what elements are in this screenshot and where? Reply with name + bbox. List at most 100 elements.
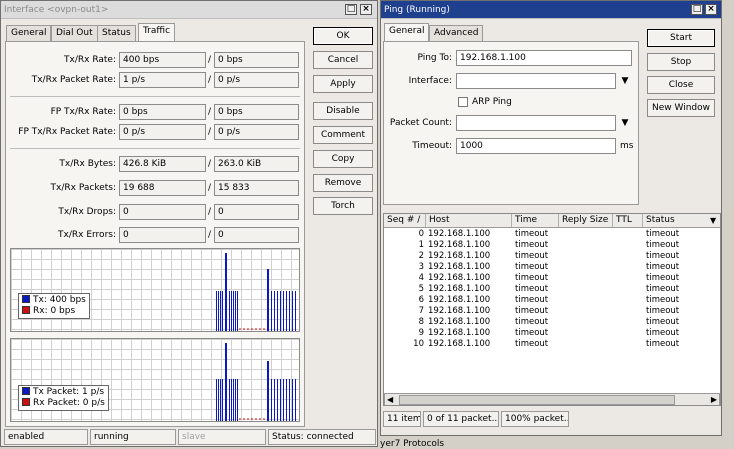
cell-host: 192.168.1.100 (428, 317, 491, 327)
chevron-down-icon[interactable]: ▼ (620, 115, 630, 131)
tx-packet-bar (271, 379, 272, 421)
ok-button[interactable]: OK (313, 27, 373, 45)
start-button[interactable]: Start (647, 29, 715, 47)
cell-host: 192.168.1.100 (428, 284, 491, 294)
fp-rx-packet-rate-field[interactable]: 0 p/s (214, 124, 299, 140)
table-row[interactable]: 1 192.168.1.100 timeout timeout (384, 240, 720, 251)
horizontal-scrollbar[interactable]: ◀ ▶ (384, 393, 720, 405)
tx-errors-field[interactable]: 0 (119, 227, 206, 243)
rx-errors-field[interactable]: 0 (214, 227, 299, 243)
fp-tx-packet-rate-field[interactable]: 0 p/s (119, 124, 206, 140)
tx-bar (292, 291, 293, 331)
cell-status: timeout (646, 295, 680, 305)
tab-dial-out[interactable]: Dial Out (51, 25, 98, 41)
fp-tx-rate-field[interactable]: 0 bps (119, 104, 206, 120)
tx-bytes-field[interactable]: 426.8 KiB (119, 156, 206, 172)
new-window-button[interactable]: New Window (647, 99, 715, 117)
table-row[interactable]: 5 192.168.1.100 timeout timeout (384, 284, 720, 295)
txrx-bytes-label: Tx/Rx Bytes: (59, 159, 116, 169)
cell-time: timeout (515, 284, 549, 294)
separator (10, 96, 300, 97)
column-header-host[interactable]: Host (426, 214, 512, 228)
cell-seq: 7 (418, 306, 424, 316)
table-row[interactable]: 4 192.168.1.100 timeout timeout (384, 273, 720, 284)
column-header-seq[interactable]: Seq # / (384, 214, 426, 228)
tx-bar (295, 291, 296, 331)
scroll-left-icon[interactable]: ◀ (387, 394, 393, 405)
disable-button[interactable]: Disable (313, 102, 373, 120)
status-running: running (90, 429, 176, 445)
tab-status[interactable]: Status (97, 25, 136, 41)
packet-count-input[interactable] (456, 115, 616, 131)
txrx-packets-label: Tx/Rx Packets: (50, 183, 116, 193)
chevron-down-icon[interactable]: ▼ (710, 215, 716, 227)
slash-separator: / (208, 230, 212, 240)
timeout-input[interactable]: 1000 (456, 138, 616, 154)
tab-general[interactable]: General (6, 25, 52, 41)
ping-to-label: Ping To: (417, 53, 452, 63)
tx-rate-field[interactable]: 400 bps (119, 52, 206, 68)
tx-packets-field[interactable]: 19 688 (119, 180, 206, 196)
table-row[interactable]: 6 192.168.1.100 timeout timeout (384, 295, 720, 306)
table-row[interactable]: 3 192.168.1.100 timeout timeout (384, 262, 720, 273)
rx-drops-field[interactable]: 0 (214, 204, 299, 220)
ping-to-input[interactable]: 192.168.1.100 (456, 50, 632, 66)
cell-time: timeout (515, 273, 549, 283)
remove-button[interactable]: Remove (313, 174, 373, 192)
table-row[interactable]: 0 192.168.1.100 timeout timeout (384, 229, 720, 240)
column-header-ttl[interactable]: TTL (613, 214, 643, 228)
maximize-icon[interactable]: □ (345, 4, 357, 15)
column-header-time[interactable]: Time (512, 214, 559, 228)
cancel-button[interactable]: Cancel (313, 51, 373, 69)
traffic-rate-legend: Tx: 400 bps Rx: 0 bps (18, 293, 90, 319)
column-header-reply-size[interactable]: Reply Size (559, 214, 613, 228)
table-row[interactable]: 10 192.168.1.100 timeout timeout (384, 339, 720, 350)
table-row[interactable]: 7 192.168.1.100 timeout timeout (384, 306, 720, 317)
rx-rate-field[interactable]: 0 bps (214, 52, 299, 68)
tx-packet-bar (292, 379, 293, 421)
txrx-packet-rate-label: Tx/Rx Packet Rate: (31, 75, 116, 85)
table-row[interactable]: 8 192.168.1.100 timeout timeout (384, 317, 720, 328)
fp-txrx-rate-label: FP Tx/Rx Rate: (50, 107, 116, 117)
close-button[interactable]: Close (647, 76, 715, 94)
scroll-right-icon[interactable]: ▶ (711, 394, 717, 405)
tx-bar (222, 291, 223, 331)
rx-bytes-field[interactable]: 263.0 KiB (214, 156, 299, 172)
stop-button[interactable]: Stop (647, 53, 715, 71)
scrollbar-thumb[interactable] (399, 395, 675, 405)
ping-window-titlebar[interactable]: Ping (Running) □ × (381, 1, 721, 19)
txrx-errors-label: Tx/Rx Errors: (58, 230, 116, 240)
tab-general[interactable]: General (384, 23, 430, 42)
maximize-icon[interactable]: □ (691, 4, 703, 15)
rx-packet-rate-field[interactable]: 0 p/s (214, 72, 299, 88)
interface-window-titlebar[interactable]: Interface <ovpn-out1> □ × (1, 1, 377, 19)
cell-status: timeout (646, 229, 680, 239)
tab-advanced[interactable]: Advanced (429, 25, 484, 41)
copy-button[interactable]: Copy (313, 150, 373, 168)
comment-button[interactable]: Comment (313, 126, 373, 144)
rx-packets-field[interactable]: 15 833 (214, 180, 299, 196)
tx-packet-rate-field[interactable]: 1 p/s (119, 72, 206, 88)
cell-time: timeout (515, 262, 549, 272)
close-icon[interactable]: × (705, 4, 717, 15)
background-label: yer7 Protocols (380, 439, 445, 449)
table-row[interactable]: 9 192.168.1.100 timeout timeout (384, 328, 720, 339)
interface-label: Interface: (408, 76, 452, 86)
interface-select[interactable] (456, 73, 616, 89)
arp-ping-checkbox[interactable] (458, 97, 468, 107)
table-row[interactable]: 2 192.168.1.100 timeout timeout (384, 251, 720, 262)
fp-rx-rate-field[interactable]: 0 bps (214, 104, 299, 120)
close-icon[interactable]: × (360, 4, 372, 15)
cell-time: timeout (515, 240, 549, 250)
torch-button[interactable]: Torch (313, 197, 373, 215)
traffic-packet-legend: Tx Packet: 1 p/s Rx Packet: 0 p/s (18, 385, 109, 411)
cell-status: timeout (646, 240, 680, 250)
tx-packet-bar (225, 343, 227, 421)
tx-drops-field[interactable]: 0 (119, 204, 206, 220)
traffic-packet-graph: Tx Packet: 1 p/s Rx Packet: 0 p/s (10, 338, 300, 422)
tab-traffic[interactable]: Traffic (138, 23, 176, 42)
cell-status: timeout (646, 262, 680, 272)
apply-button[interactable]: Apply (313, 75, 373, 93)
traffic-panel: Tx/Rx Rate: 400 bps / 0 bps Tx/Rx Packet… (5, 41, 305, 427)
chevron-down-icon[interactable]: ▼ (620, 73, 630, 89)
